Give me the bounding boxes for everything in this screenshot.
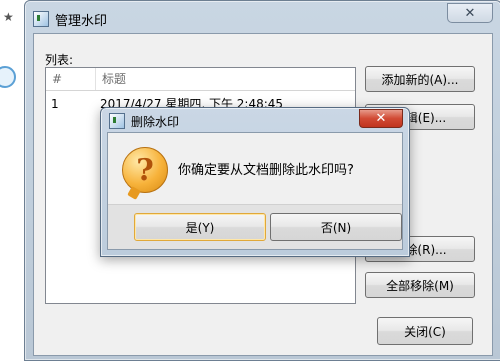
list-header: # 标题: [46, 68, 355, 91]
row-number: 1: [51, 97, 59, 111]
window-title: 管理水印: [55, 13, 108, 29]
remove-all-button[interactable]: 全部移除(M): [365, 272, 475, 298]
dialog-app-icon: [109, 113, 125, 129]
navigation-circle-icon[interactable]: [0, 66, 16, 88]
dialog-client-area: ? 你确定要从文档删除此水印吗? 是(Y) 否(N): [107, 132, 403, 250]
no-button[interactable]: 否(N): [270, 213, 402, 241]
dialog-button-bar: 是(Y) 否(N): [108, 204, 402, 249]
dialog-close-button[interactable]: ✕: [359, 109, 403, 128]
star-icon: ★: [3, 10, 14, 24]
delete-watermark-dialog: 删除水印 ✕ ? 你确定要从文档删除此水印吗? 是(Y) 否(N): [100, 107, 410, 257]
window-titlebar: 管理水印: [33, 9, 107, 29]
yes-button[interactable]: 是(Y): [134, 213, 266, 241]
close-button[interactable]: 关闭(C): [377, 317, 473, 345]
app-icon: [33, 11, 49, 27]
dialog-titlebar: 删除水印: [109, 112, 179, 130]
list-label: 列表:: [45, 53, 74, 67]
window-close-button[interactable]: ✕: [447, 3, 493, 23]
dialog-title: 删除水印: [131, 114, 180, 129]
column-number-header[interactable]: #: [46, 68, 96, 90]
add-new-button[interactable]: 添加新的(A)...: [365, 66, 475, 92]
column-title-header[interactable]: 标题: [96, 68, 355, 90]
dialog-message: 你确定要从文档删除此水印吗?: [178, 163, 354, 178]
question-icon: ?: [122, 147, 168, 193]
